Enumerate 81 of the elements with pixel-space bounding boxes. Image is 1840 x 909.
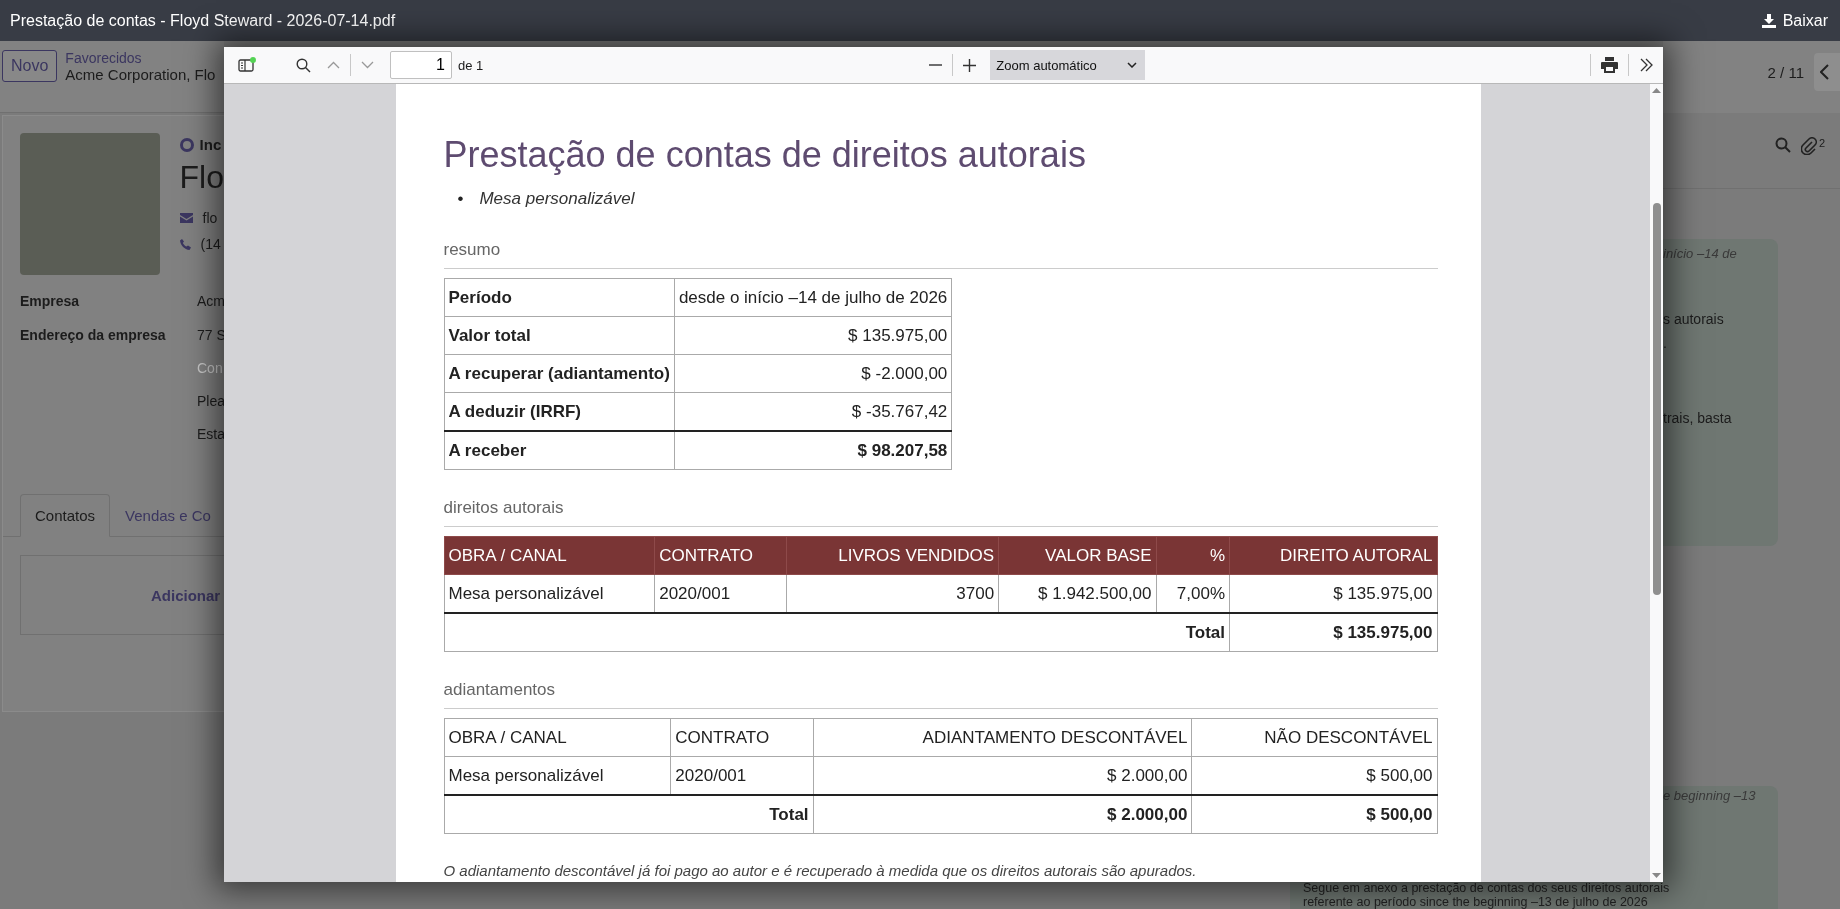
scroll-down-icon bbox=[1652, 873, 1661, 878]
column-header: VALOR BASE bbox=[998, 536, 1157, 575]
table-cell: desde o início –14 de julho de 2026 bbox=[674, 278, 952, 317]
field-value: Acm bbox=[197, 293, 225, 309]
zoom-select[interactable]: Zoom automático bbox=[990, 50, 1146, 80]
search-icon[interactable] bbox=[1774, 137, 1791, 153]
download-button[interactable]: Baixar bbox=[1761, 11, 1828, 30]
table-cell: A recuperar (adiantamento) bbox=[444, 354, 675, 393]
column-header: CONTRATO bbox=[670, 718, 814, 757]
column-header: % bbox=[1156, 536, 1230, 575]
note-text: O adiantamento descontável já foi pago ao autor e é recuperado à medida que os direitos autorais são apurados. bbox=[443, 862, 1198, 879]
paperclip-icon[interactable] bbox=[1800, 137, 1817, 155]
column-header: CONTRATO bbox=[654, 536, 787, 575]
printer-icon bbox=[1601, 57, 1618, 73]
column-header: NÃO DESCONTÁVEL bbox=[1191, 718, 1437, 757]
section-heading: adiantamentos bbox=[443, 680, 1438, 709]
table-cell: Valor total bbox=[444, 316, 675, 355]
window-title: Prestação de contas - Floyd Steward - 2026-07-14.pdf bbox=[10, 11, 396, 30]
download-icon bbox=[1761, 13, 1776, 28]
column-header: LIVROS VENDIDOS bbox=[786, 536, 999, 575]
table-cell: $ 135.975,00 bbox=[674, 316, 952, 355]
message-text: referente ao período since the beginning –13 de julho de 2026 bbox=[1303, 895, 1649, 909]
chevron-up-icon bbox=[327, 61, 340, 69]
radio-button[interactable] bbox=[179, 137, 194, 152]
attachment-count: 2 bbox=[1818, 137, 1825, 149]
double-chevron-icon bbox=[1639, 58, 1653, 72]
message-text: trais, basta bbox=[1663, 410, 1732, 426]
table-cell: $ 500,00 bbox=[1191, 795, 1437, 834]
section-heading: direitos autorais bbox=[443, 498, 1438, 527]
table-cell: Mesa personalizável bbox=[444, 574, 655, 613]
email-text: flo bbox=[202, 210, 218, 226]
breadcrumb-current: Acme Corporation, Flo bbox=[65, 66, 216, 83]
minus-icon bbox=[929, 64, 943, 66]
field-label: Endereço da empresa bbox=[20, 327, 167, 345]
phone-icon bbox=[179, 238, 191, 250]
message-text: Segue em anexo a prestação de contas dos seus direitos autorais bbox=[1303, 882, 1671, 896]
column-header: DIREITO AUTORAL bbox=[1229, 536, 1437, 575]
scrollbar[interactable] bbox=[1650, 84, 1663, 882]
sidebar-icon bbox=[238, 57, 256, 73]
text-input[interactable]: Con bbox=[197, 360, 226, 376]
page-count: de 1 bbox=[458, 57, 484, 73]
table-cell: Total bbox=[444, 613, 1230, 652]
table-cell: Total bbox=[444, 795, 814, 834]
previous-button[interactable] bbox=[1814, 53, 1840, 91]
message-text: . bbox=[1663, 335, 1667, 351]
table-cell: A receber bbox=[444, 431, 675, 470]
section-heading: resumo bbox=[443, 240, 1438, 269]
search-icon bbox=[296, 57, 311, 73]
list-item: Mesa personalizável bbox=[479, 188, 635, 210]
field-label: Empresa bbox=[20, 293, 81, 309]
field-value: Esta bbox=[197, 426, 226, 442]
breadcrumb-link[interactable]: Favorecidos bbox=[65, 50, 216, 66]
table-cell: $ 98.207,58 bbox=[674, 431, 952, 470]
column-header: ADIANTAMENTO DESCONTÁVEL bbox=[813, 718, 1192, 757]
plus-icon bbox=[963, 58, 977, 72]
radio-label: Inc bbox=[199, 136, 222, 153]
caret-icon bbox=[1127, 62, 1138, 68]
chevron-left-icon bbox=[1820, 64, 1829, 80]
chevron-down-icon bbox=[361, 61, 374, 69]
phone-text: (14 bbox=[200, 236, 221, 252]
table-cell: $ 2.000,00 bbox=[813, 795, 1192, 834]
contact-name: Flo bbox=[179, 159, 224, 196]
tab[interactable]: Contatos bbox=[20, 494, 111, 537]
column-header: OBRA / CANAL bbox=[444, 536, 655, 575]
table-cell: $ 135.975,00 bbox=[1229, 613, 1437, 652]
table-cell: Período bbox=[444, 278, 675, 317]
envelope-icon bbox=[179, 213, 193, 223]
bullet-icon: • bbox=[457, 189, 464, 209]
table-cell: Mesa personalizável bbox=[444, 756, 671, 795]
message-text: s autorais bbox=[1663, 311, 1724, 327]
pager-text: 2 / 11 bbox=[1767, 63, 1804, 81]
tab[interactable]: Vendas e Co bbox=[110, 494, 226, 537]
page-number-field[interactable]: 1 bbox=[390, 51, 452, 79]
table-cell: $ -2.000,00 bbox=[674, 354, 952, 393]
document-title: Prestação de contas de direitos autorais bbox=[443, 134, 1087, 176]
scroll-up-icon bbox=[1652, 88, 1661, 93]
add-link[interactable]: Adicionar bbox=[151, 586, 221, 604]
new-button[interactable]: Novo bbox=[2, 50, 58, 82]
table-cell: A deduzir (IRRF) bbox=[444, 392, 675, 431]
column-header: OBRA / CANAL bbox=[444, 718, 671, 757]
field-value: Plea bbox=[197, 393, 226, 409]
